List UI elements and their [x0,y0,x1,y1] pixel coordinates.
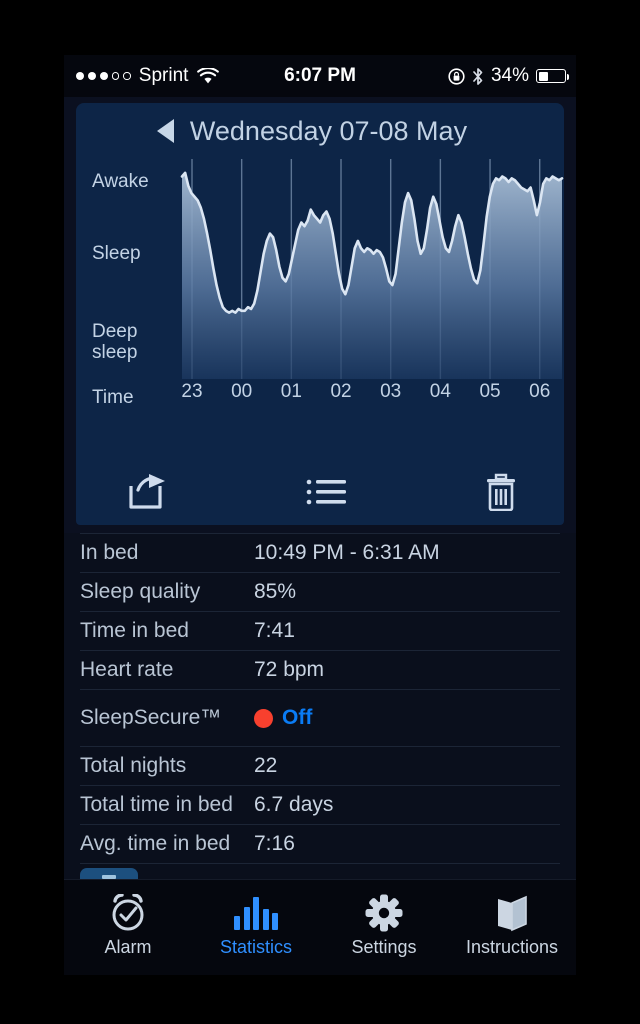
tab-statistics[interactable]: Statistics [192,880,320,975]
tab-alarm[interactable]: Alarm [64,880,192,975]
sleepsecure-status-text: Off [282,706,313,729]
table-row: Sleep quality 85% [80,573,560,612]
y-axis-label-deep-sleep: Deep sleep [92,321,138,363]
gear-icon [365,892,403,934]
battery-percent-label: 34% [490,65,529,86]
y-axis-label-sleep: Sleep [92,243,141,264]
list-icon[interactable] [208,478,446,506]
x-axis-tick-label: 23 [181,381,203,402]
bluetooth-icon [472,67,484,86]
status-bar: Sprint 6:07 PM 34% [64,55,576,97]
table-row: In bed 10:49 PM - 6:31 AM [80,533,560,573]
table-row: Avg. time in bed 7:16 [80,825,560,864]
tab-settings[interactable]: Settings [320,880,448,975]
x-axis-tick-label: 04 [429,381,451,402]
x-axis-label-time: Time [92,387,134,408]
statistics-list: In bed 10:49 PM - 6:31 AM Sleep quality 85%… [64,533,576,880]
graph-date-header: Wednesday 07-08 May [76,103,564,159]
stat-value: 10:49 PM - 6:31 AM [254,541,440,564]
stat-key: Total nights [80,754,187,777]
stat-value: 7:16 [254,832,295,855]
battery-icon [536,69,569,83]
tab-bar: Alarm Statistics Settings Instructions [64,879,576,975]
table-row: Total time in bed 6.7 days [80,786,560,825]
sleep-plot-area: Awake Sleep Deep sleep Time 23 00 01 02 … [76,159,564,459]
stat-value: 6.7 days [254,793,334,816]
stat-key: Heart rate [80,658,174,681]
row-sleepsecure[interactable]: SleepSecure™ Off [80,690,560,747]
share-icon[interactable] [88,474,208,510]
x-axis-tick-label: 05 [479,381,501,402]
trash-icon[interactable] [446,473,556,511]
stat-value: 72 bpm [254,658,325,681]
x-axis-ticks: 23 00 01 02 03 04 05 06 [178,381,564,409]
y-axis-label-awake: Awake [92,171,149,192]
x-axis-tick-label: 06 [529,381,551,402]
table-row: Time in bed 7:41 [80,612,560,651]
previous-day-button[interactable] [156,119,174,143]
sleepsecure-status: Off [254,706,312,730]
stat-key: Time in bed [80,619,189,642]
tab-alarm-label: Alarm [104,937,152,957]
rotation-lock-icon [448,67,465,85]
stat-value: 7:41 [254,619,295,642]
tab-instructions[interactable]: Instructions [448,880,576,975]
alarm-clock-icon [108,892,148,934]
stat-key: Total time in bed [80,793,233,816]
x-axis-tick-label: 00 [231,381,253,402]
tab-instructions-label: Instructions [465,937,559,957]
sleep-chart[interactable] [178,159,564,379]
graph-date-title: Wednesday 07-08 May [189,115,468,146]
stat-key: Sleep quality [80,580,201,603]
x-axis-tick-label: 01 [280,381,302,402]
stat-value: 85% [254,580,297,603]
stat-key: In bed [80,541,139,564]
tab-statistics-label: Statistics [219,937,293,957]
tab-settings-label: Settings [351,937,417,957]
graph-toolbar [76,459,564,525]
status-dot-icon [254,708,273,728]
status-bar-right: 34% [448,55,569,97]
phone-screen: Sprint 6:07 PM 34% Wednesday 07-08 May A… [64,55,576,975]
book-icon [493,892,531,934]
stat-key: Avg. time in bed [80,832,231,855]
table-row: Heart rate 72 bpm [80,651,560,690]
stat-value: 22 [254,754,278,777]
x-axis-tick-label: 03 [380,381,402,402]
sleepsecure-label: SleepSecure™ [80,706,222,729]
sleep-graph-card: Wednesday 07-08 May Awake Sleep Deep sle… [76,103,564,525]
bar-chart-icon [234,892,278,934]
table-row: Total nights 22 [80,747,560,786]
x-axis-tick-label: 02 [330,381,352,402]
